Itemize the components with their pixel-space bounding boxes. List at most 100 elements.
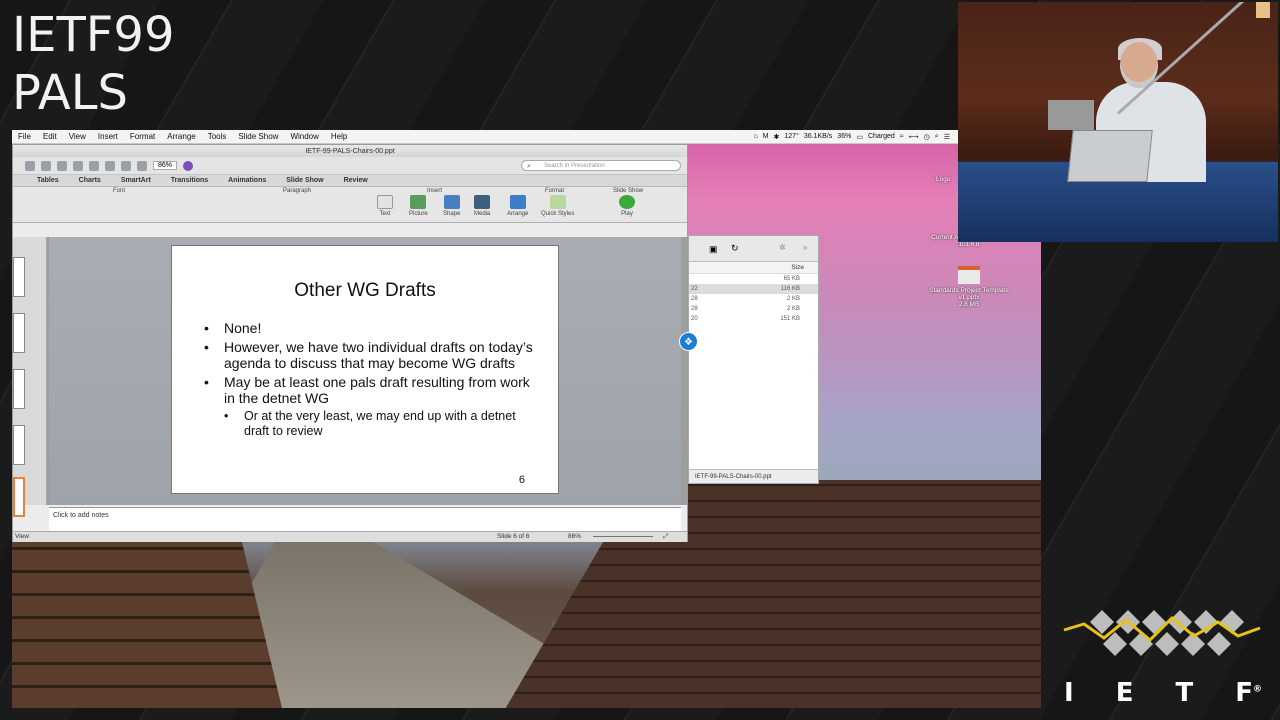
tab-tables[interactable]: Tables	[37, 177, 59, 184]
spotlight-icon[interactable]: ⌕	[935, 133, 939, 141]
menu-edit[interactable]: Edit	[37, 132, 63, 141]
menu-slide-show[interactable]: Slide Show	[232, 132, 284, 141]
session-name: PALS	[12, 65, 128, 121]
list-item[interactable]: 22 116 KB	[689, 284, 818, 294]
network-readout[interactable]: 36.1KB/s	[804, 133, 832, 141]
text-button[interactable]: Text	[377, 195, 393, 217]
wifi-icon[interactable]: ≈	[900, 133, 904, 141]
tab-animations[interactable]: Animations	[228, 177, 266, 184]
tab-smartart[interactable]: SmartArt	[121, 177, 151, 184]
charge-state[interactable]: Charged	[868, 133, 895, 141]
desktop-file-template[interactable]: Standards Project Template v1.pptx 2.8 M…	[924, 266, 1014, 308]
slide-thumbnail[interactable]	[13, 257, 25, 297]
menu-window[interactable]: Window	[284, 132, 324, 141]
home-icon[interactable]: ⌂	[753, 133, 757, 141]
bullet-item: May be at least one pals draft resulting…	[204, 374, 544, 406]
list-item[interactable]: 20 151 KB	[689, 314, 818, 324]
arrange-button[interactable]: Arrange	[507, 195, 528, 217]
media-icon	[474, 195, 491, 209]
bluetooth-icon[interactable]: ✱	[774, 133, 780, 141]
arrows-icon[interactable]: ⟷	[909, 133, 919, 141]
zoom-select[interactable]: 86%	[153, 161, 178, 170]
tab-review[interactable]: Review	[344, 177, 368, 184]
format-painter-icon[interactable]	[73, 160, 83, 171]
video-laptop	[1067, 130, 1153, 182]
size-column-header[interactable]: Size	[689, 262, 818, 274]
tab-slide-show[interactable]: Slide Show	[286, 177, 323, 184]
print-icon[interactable]	[137, 160, 147, 171]
list-item[interactable]: 65 KB	[689, 274, 818, 284]
status-zoom[interactable]: 86%	[568, 533, 581, 540]
view-label[interactable]: View	[15, 533, 29, 540]
gallery-icon[interactable]	[121, 160, 131, 171]
picture-button[interactable]: Picture	[409, 195, 428, 217]
refresh-icon[interactable]: ↻	[731, 243, 739, 254]
terminal-icon[interactable]: ▣	[709, 244, 718, 255]
file-name: Standards Project Template v1.pptx	[929, 287, 1009, 301]
search-placeholder: Search in Presentation	[544, 163, 605, 169]
desktop-logo-label[interactable]: Logo	[936, 176, 950, 183]
slide-thumbnail-selected[interactable]	[13, 477, 25, 517]
document-title: IETF-99-PALS-Chairs-00.ppt	[305, 147, 395, 155]
speaker-video	[958, 2, 1278, 242]
text-icon	[377, 195, 393, 209]
slide-thumbnail[interactable]	[13, 369, 25, 409]
chevron-right-icon[interactable]: »	[803, 243, 807, 252]
help-icon[interactable]	[183, 160, 194, 171]
shape-icon	[443, 195, 460, 209]
play-button[interactable]: Play	[619, 195, 635, 217]
play-icon	[619, 195, 635, 209]
clock-icon[interactable]: ◷	[924, 133, 930, 141]
desktop-wall-left	[12, 540, 282, 708]
pptx-file-icon	[958, 266, 980, 284]
quick-styles-label: Quick Styles	[541, 211, 575, 217]
paste-icon[interactable]	[57, 160, 67, 171]
copy-icon[interactable]	[41, 160, 51, 171]
media-button[interactable]: Media	[474, 195, 490, 217]
menu-arrange[interactable]: Arrange	[161, 132, 201, 141]
menu-file[interactable]: File	[12, 132, 37, 141]
menu-insert[interactable]: Insert	[92, 132, 124, 141]
shape-button[interactable]: Shape	[443, 195, 460, 217]
list-item[interactable]: 28 2 KB	[689, 304, 818, 314]
ppt-titlebar[interactable]: IETF-99-PALS-Chairs-00.ppt	[13, 145, 687, 157]
search-input[interactable]: ⌕ Search in Presentation	[521, 160, 681, 171]
list-icon[interactable]: ☰	[944, 133, 950, 141]
group-font: Font	[113, 188, 126, 194]
menu-tools[interactable]: Tools	[202, 132, 233, 141]
event-name: IETF99	[12, 7, 175, 63]
slide-canvas: Other WG Drafts None! However, we have t…	[49, 237, 681, 505]
zoom-slider[interactable]	[593, 536, 653, 537]
group-paragraph: Paragraph	[283, 188, 312, 194]
notes-placeholder: Click to add notes	[53, 512, 109, 519]
slide-thumbnail[interactable]	[13, 313, 25, 353]
play-button-label: Play	[621, 211, 633, 217]
tab-charts[interactable]: Charts	[79, 177, 101, 184]
event-title: IETF99 PALS	[12, 6, 175, 122]
notes-pane[interactable]: Click to add notes	[49, 507, 681, 531]
menu-help[interactable]: Help	[325, 132, 353, 141]
search-icon: ⌕	[527, 163, 531, 170]
tab-transitions[interactable]: Transitions	[171, 177, 208, 184]
cut-icon[interactable]	[25, 160, 35, 171]
fit-window-icon[interactable]: ⤢	[663, 533, 668, 541]
temperature-readout[interactable]: 127°	[784, 133, 798, 141]
battery-icon[interactable]: ▭	[856, 133, 863, 141]
slide-thumbnail[interactable]	[13, 425, 25, 465]
mail-icon[interactable]: M	[763, 133, 769, 141]
path-file[interactable]: IETF-99-PALS-Chairs-00.ppt	[695, 474, 772, 480]
redo-icon[interactable]	[105, 160, 115, 171]
undo-icon[interactable]	[89, 160, 99, 171]
menu-view[interactable]: View	[63, 132, 92, 141]
gear-icon[interactable]: ✲	[779, 243, 786, 252]
battery-percent[interactable]: 36%	[837, 133, 851, 141]
current-slide[interactable]: Other WG Drafts None! However, we have t…	[171, 245, 559, 494]
group-slide-show: Slide Show	[613, 188, 644, 194]
slide-bullets: None! However, we have two individual dr…	[204, 320, 544, 442]
finder-window: ▣ ↻ ✲ » Size 65 KB 22 116 KB 28 2 KB 28 2 K…	[688, 235, 819, 484]
dropbox-icon[interactable]: ❖	[679, 332, 698, 351]
quick-styles-button[interactable]: Quick Styles	[541, 195, 574, 217]
picture-button-label: Picture	[409, 211, 428, 217]
menu-format[interactable]: Format	[124, 132, 161, 141]
list-item[interactable]: 28 2 KB	[689, 294, 818, 304]
